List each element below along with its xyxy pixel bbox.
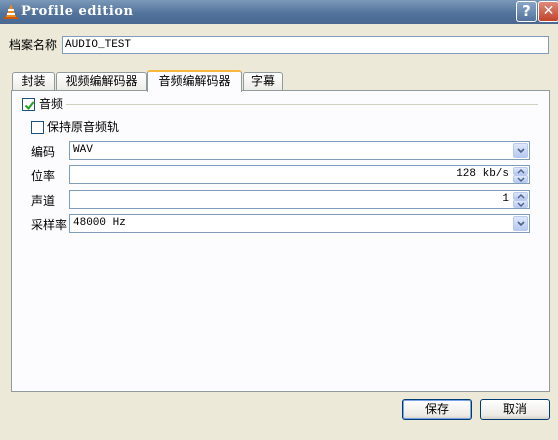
bitrate-spinbox[interactable]: 128 kb/s <box>69 165 530 184</box>
channels-label: 声道 <box>31 194 56 208</box>
codec-value: WAV <box>73 144 93 156</box>
codec-select[interactable]: WAV <box>69 141 530 160</box>
spin-up-icon[interactable] <box>513 167 528 175</box>
spin-down-icon[interactable] <box>513 175 528 183</box>
channels-spinbox[interactable]: 1 <box>69 190 530 209</box>
chevron-down-icon[interactable] <box>513 143 528 158</box>
codec-label: 编码 <box>31 145 56 159</box>
bitrate-label: 位率 <box>31 169 56 183</box>
tab-panel <box>11 90 550 392</box>
spin-up-icon[interactable] <box>513 192 528 200</box>
profile-name-input[interactable]: AUDIO_TEST <box>62 36 549 54</box>
keep-original-track-checkbox[interactable] <box>31 121 44 134</box>
vlc-cone-icon <box>3 3 19 20</box>
audio-enable-checkbox[interactable] <box>22 98 35 111</box>
audio-group-label: 音频 <box>39 97 64 111</box>
chevron-down-icon[interactable] <box>513 216 528 231</box>
cancel-button[interactable]: 取消 <box>480 399 550 420</box>
tab-encapsulation[interactable]: 封装 <box>12 72 55 91</box>
close-button[interactable]: ✕ <box>538 1 558 22</box>
keep-original-track-label: 保持原音频轨 <box>47 120 120 134</box>
bitrate-value: 128 kb/s <box>456 168 509 180</box>
save-button[interactable]: 保存 <box>402 399 472 420</box>
tab-audio-codec[interactable]: 音频编解码器 <box>147 70 242 92</box>
spin-down-icon[interactable] <box>513 200 528 208</box>
samplerate-label: 采样率 <box>31 218 68 232</box>
channels-value: 1 <box>502 193 509 205</box>
tab-subtitles[interactable]: 字幕 <box>243 72 283 91</box>
group-divider <box>66 104 538 105</box>
samplerate-select[interactable]: 48000 Hz <box>69 214 530 233</box>
window-title: Profile edition <box>21 4 134 19</box>
tab-video-codec[interactable]: 视频编解码器 <box>56 72 147 91</box>
checkmark-icon <box>24 101 35 111</box>
profile-name-label: 档案名称 <box>9 38 58 52</box>
samplerate-value: 48000 Hz <box>73 217 126 229</box>
help-button[interactable]: ? <box>516 1 537 22</box>
